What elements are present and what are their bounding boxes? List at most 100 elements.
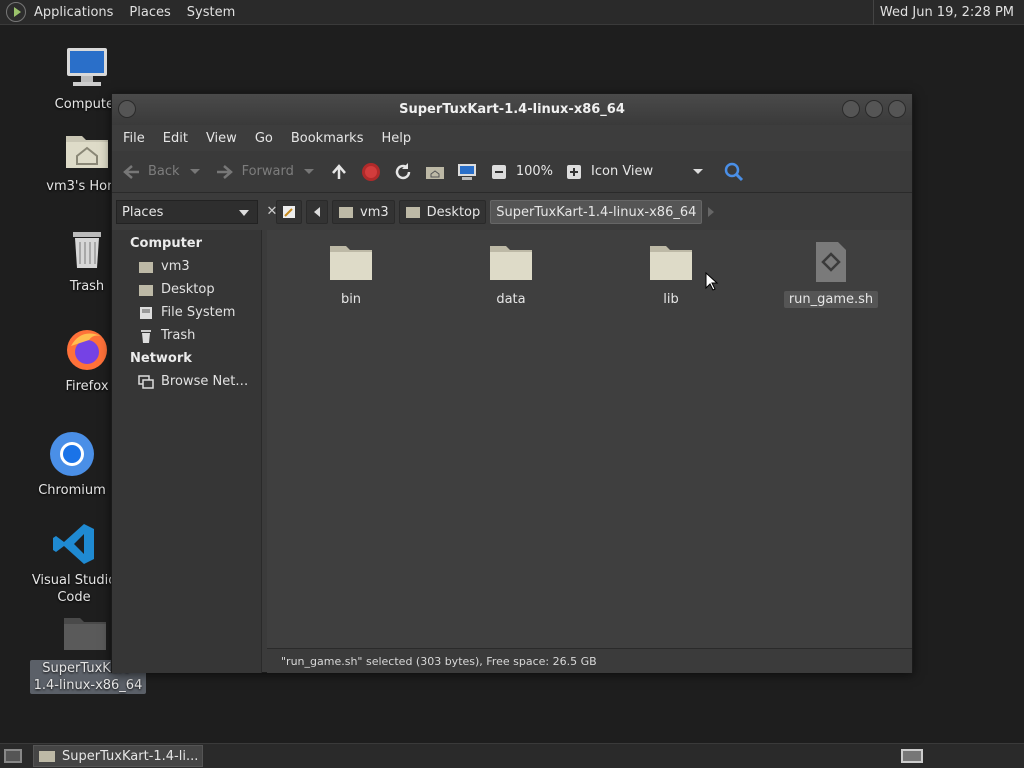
status-bar: "run_game.sh" selected (303 bytes), Free…: [267, 648, 912, 673]
trash-icon: [141, 329, 151, 343]
file-item-run-game-sh[interactable]: run_game.sh: [781, 240, 881, 308]
view-mode-label[interactable]: Icon View: [591, 164, 653, 179]
window-titlebar[interactable]: SuperTuxKart-1.4-linux-x86_64: [112, 94, 912, 125]
back-button[interactable]: Back: [120, 161, 180, 183]
mouse-cursor-icon: [705, 272, 719, 291]
file-view[interactable]: bin data lib run_game.sh: [267, 230, 912, 648]
drive-icon: [140, 306, 152, 319]
window-menu-icon[interactable]: [118, 100, 136, 118]
sidebar-item-vm3[interactable]: vm3: [112, 255, 261, 278]
breadcrumb-label: SuperTuxKart-1.4-linux-x86_64: [496, 204, 697, 220]
breadcrumb-supertuxkart[interactable]: SuperTuxKart-1.4-linux-x86_64: [490, 200, 703, 224]
home-button[interactable]: [424, 161, 446, 183]
file-name: lib: [663, 292, 679, 307]
sidebar-header-network: Network: [130, 351, 192, 366]
desktop-icon: [139, 284, 153, 296]
system-menu[interactable]: System: [179, 5, 243, 20]
breadcrumb-label: Desktop: [426, 204, 481, 220]
maximize-button[interactable]: [865, 100, 883, 118]
file-item-data[interactable]: data: [461, 240, 561, 307]
zoom-out-icon: [491, 164, 506, 179]
sidebar: Computer vm3 Desktop File System Trash N…: [112, 230, 262, 673]
location-bar: Places ✕ vm3 Desktop SuperTuxKart-1.4-li…: [112, 194, 912, 229]
toolbar: Back Forward 100% Icon View: [112, 151, 912, 193]
reload-button[interactable]: [392, 161, 414, 183]
places-select-label: Places: [122, 204, 164, 220]
applications-logo-icon[interactable]: [6, 2, 26, 22]
breadcrumb-left-button[interactable]: [306, 200, 328, 224]
menu-view[interactable]: View: [197, 131, 246, 146]
chevron-down-icon: [239, 210, 249, 216]
forward-history-dropdown[interactable]: [303, 169, 314, 174]
stop-icon: [361, 162, 380, 181]
sidebar-places-select[interactable]: Places: [116, 200, 258, 224]
breadcrumb-vm3[interactable]: vm3: [332, 200, 395, 224]
pencil-icon: [283, 206, 295, 218]
breadcrumb: vm3 Desktop SuperTuxKart-1.4-linux-x86_6…: [276, 200, 716, 224]
forward-button[interactable]: Forward: [214, 161, 294, 183]
zoom-out-button[interactable]: 100%: [488, 161, 553, 183]
computer-button[interactable]: [456, 161, 478, 183]
menu-edit[interactable]: Edit: [154, 131, 197, 146]
minimize-button[interactable]: [842, 100, 860, 118]
sidebar-item-desktop[interactable]: Desktop: [112, 278, 261, 301]
chevron-right-icon[interactable]: [706, 206, 716, 218]
close-button[interactable]: [888, 100, 906, 118]
menu-file[interactable]: File: [114, 131, 154, 146]
desktop-folder-icon: [405, 207, 420, 218]
zoom-level: 100%: [515, 164, 554, 179]
workspace-switcher-icon[interactable]: [900, 748, 924, 764]
breadcrumb-label: vm3: [360, 204, 389, 220]
sidebar-item-label: File System: [161, 305, 236, 320]
vscode-icon: [53, 524, 94, 564]
menubar: File Edit View Go Bookmarks Help: [112, 125, 912, 151]
zoom-in-icon: [567, 164, 582, 179]
sidebar-item-trash[interactable]: Trash: [112, 324, 261, 347]
file-name: bin: [340, 292, 362, 307]
sidebar-header-computer: Computer: [130, 236, 203, 251]
file-manager-window[interactable]: SuperTuxKart-1.4-linux-x86_64 File Edit …: [111, 93, 913, 673]
sidebar-item-browse-network[interactable]: Browse Net…: [112, 370, 261, 393]
menu-bookmarks[interactable]: Bookmarks: [282, 131, 373, 146]
folder-icon: [330, 246, 372, 280]
stop-button[interactable]: [360, 161, 382, 183]
applications-menu[interactable]: Applications: [26, 5, 121, 20]
search-button[interactable]: [723, 161, 745, 183]
back-arrow-icon: [123, 164, 139, 179]
home-icon: [139, 261, 153, 273]
script-file-icon: [816, 242, 846, 282]
taskbar-window-label: SuperTuxKart-1.4-li...: [62, 748, 199, 764]
zoom-in-button[interactable]: Icon View: [563, 161, 653, 183]
menu-help[interactable]: Help: [372, 131, 420, 146]
search-icon: [724, 162, 744, 181]
breadcrumb-desktop[interactable]: Desktop: [398, 200, 487, 224]
edit-location-button[interactable]: [276, 200, 302, 224]
back-label: Back: [148, 164, 180, 179]
file-item-bin[interactable]: bin: [301, 240, 401, 307]
sidebar-item-label: Desktop: [161, 282, 215, 297]
menu-go[interactable]: Go: [246, 131, 282, 146]
view-mode-dropdown[interactable]: [693, 169, 704, 174]
bottom-taskbar: SuperTuxKart-1.4-li...: [0, 743, 1024, 768]
show-desktop-icon[interactable]: [3, 748, 23, 764]
firefox-icon: [67, 330, 107, 370]
folder-icon: [650, 246, 692, 280]
file-name: data: [496, 292, 526, 307]
home-folder-icon: [339, 207, 353, 218]
window-title: SuperTuxKart-1.4-linux-x86_64: [399, 102, 625, 117]
forward-arrow-icon: [216, 164, 233, 179]
clock[interactable]: Wed Jun 19, 2:28 PM: [872, 0, 1020, 25]
sidebar-item-label: vm3: [161, 259, 190, 274]
home-folder-icon: [66, 136, 108, 168]
folder-icon: [39, 751, 55, 762]
taskbar-window-button[interactable]: SuperTuxKart-1.4-li...: [33, 745, 203, 767]
back-history-dropdown[interactable]: [189, 169, 200, 174]
file-name: run_game.sh: [783, 291, 879, 308]
folder-icon: [64, 618, 106, 650]
sidebar-item-file-system[interactable]: File System: [112, 301, 261, 324]
chevron-left-icon: [314, 207, 320, 217]
places-menu[interactable]: Places: [121, 5, 178, 20]
up-button[interactable]: [328, 161, 350, 183]
computer-icon: [457, 163, 476, 180]
top-panel: Applications Places System Wed Jun 19, 2…: [0, 0, 1024, 25]
